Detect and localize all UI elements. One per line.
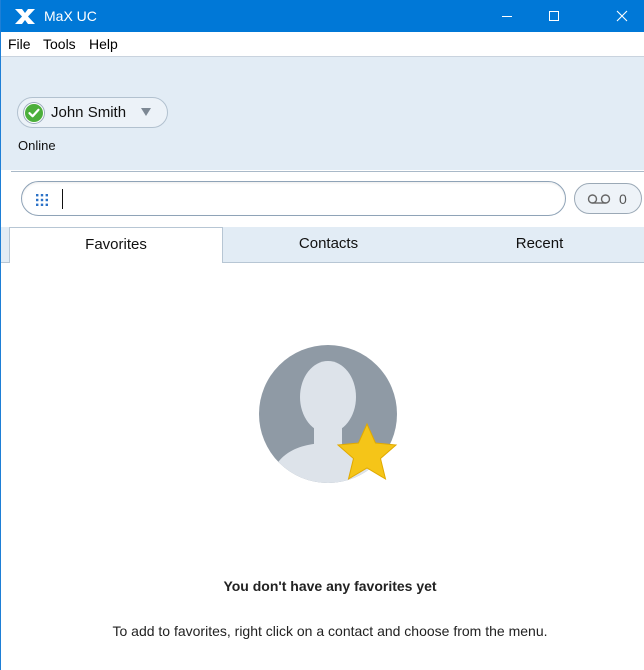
tab-recent[interactable]: Recent bbox=[434, 227, 644, 263]
window-title: MaX UC bbox=[44, 8, 97, 24]
check-circle-icon bbox=[24, 103, 44, 123]
tab-bar-edge bbox=[1, 227, 9, 263]
voicemail-icon bbox=[587, 194, 611, 204]
search-box[interactable] bbox=[21, 181, 566, 216]
dialpad-icon[interactable] bbox=[36, 194, 48, 206]
header-panel: John Smith Online 0 bbox=[1, 57, 644, 216]
close-button[interactable] bbox=[599, 0, 644, 32]
user-name: John Smith bbox=[51, 104, 127, 121]
maxuc-logo-icon bbox=[15, 9, 35, 24]
empty-state-hint: To add to favorites, right click on a co… bbox=[112, 623, 548, 639]
header-divider bbox=[11, 171, 644, 172]
menu-file[interactable]: File bbox=[8, 36, 31, 53]
tab-favorites[interactable]: Favorites bbox=[9, 227, 223, 263]
user-presence-button[interactable]: John Smith bbox=[17, 97, 168, 128]
close-icon bbox=[616, 10, 628, 22]
minimize-button[interactable] bbox=[484, 0, 530, 32]
app-window: MaX UC File Tools Help John Smith Online… bbox=[0, 0, 644, 670]
presence-status-text: Online bbox=[18, 138, 56, 153]
menu-help[interactable]: Help bbox=[89, 36, 118, 53]
voicemail-count: 0 bbox=[619, 191, 627, 207]
search-input[interactable] bbox=[56, 188, 556, 210]
maximize-icon bbox=[549, 11, 559, 21]
menu-bar: File Tools Help bbox=[1, 32, 644, 57]
tab-contacts[interactable]: Contacts bbox=[223, 227, 434, 263]
title-bar[interactable]: MaX UC bbox=[1, 0, 644, 32]
minimize-icon bbox=[502, 16, 512, 17]
maximize-button[interactable] bbox=[531, 0, 577, 32]
favorite-contact-icon bbox=[259, 345, 398, 483]
voicemail-button[interactable]: 0 bbox=[574, 183, 642, 214]
tab-bar: Favorites Contacts Recent bbox=[1, 227, 644, 263]
menu-tools[interactable]: Tools bbox=[43, 36, 76, 53]
caret-down-icon bbox=[141, 108, 151, 116]
empty-state-title: You don't have any favorites yet bbox=[223, 578, 437, 594]
favorites-panel: You don't have any favorites yet To add … bbox=[1, 263, 644, 670]
